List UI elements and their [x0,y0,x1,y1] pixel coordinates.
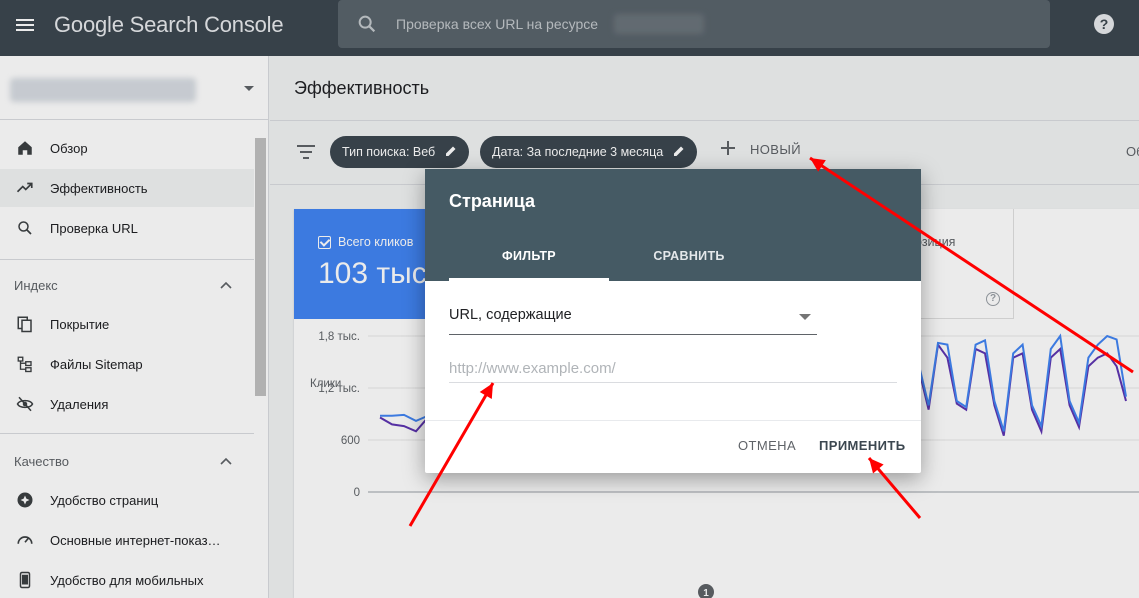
tab-label: ФИЛЬТР [502,249,556,263]
tab-filter[interactable]: ФИЛЬТР [449,249,609,281]
select-value: URL, содержащие [449,307,572,323]
tab-label: СРАВНИТЬ [653,249,725,263]
page-filter-dialog: Страница ФИЛЬТР СРАВНИТЬ URL, содержащие… [425,169,921,473]
dialog-footer-divider [425,420,921,421]
dialog-title: Страница [449,191,536,211]
match-type-select[interactable]: URL, содержащие [449,305,817,335]
url-input[interactable] [449,355,897,383]
dropdown-arrow-icon[interactable] [799,314,811,320]
tab-compare[interactable]: СРАВНИТЬ [609,249,769,281]
dialog-header: Страница ФИЛЬТР СРАВНИТЬ [425,169,921,281]
apply-button[interactable]: ПРИМЕНИТЬ [819,438,905,453]
active-tab-indicator [449,278,609,281]
cancel-button[interactable]: ОТМЕНА [738,438,796,453]
